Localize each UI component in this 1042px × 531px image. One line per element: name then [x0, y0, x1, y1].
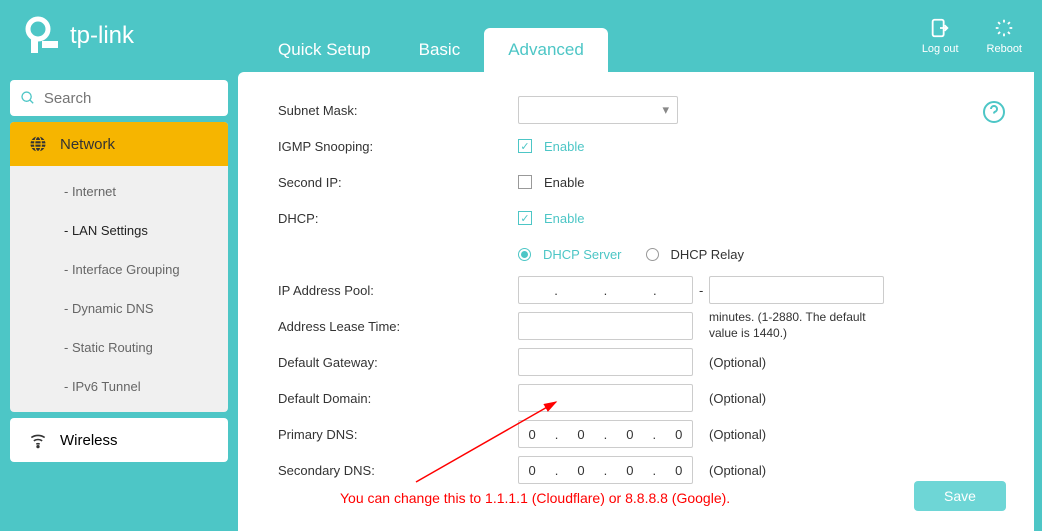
- dhcp-enable-label: Enable: [544, 211, 584, 226]
- pdns-oct3: 0: [626, 427, 633, 442]
- row-second-ip: Second IP: Enable: [278, 164, 1004, 200]
- lease-input[interactable]: [518, 312, 693, 340]
- header: tp-link Quick Setup Basic Advanced Log o…: [0, 0, 1042, 72]
- search-icon: [20, 89, 36, 107]
- sdns-oct3: 0: [626, 463, 633, 478]
- globe-icon: [28, 134, 48, 154]
- help-button[interactable]: [982, 100, 1006, 129]
- sidebar-item-ipv6-tunnel[interactable]: - IPv6 Tunnel: [10, 367, 228, 406]
- label-primary-dns: Primary DNS:: [278, 427, 518, 442]
- label-lease: Address Lease Time:: [278, 319, 518, 334]
- sidebar-sublist: - Internet - LAN Settings - Interface Gr…: [10, 166, 228, 412]
- sdns-oct4: 0: [675, 463, 682, 478]
- row-gateway: Default Gateway: (Optional): [278, 344, 1004, 380]
- sidebar-item-network[interactable]: Network: [10, 122, 228, 166]
- annotation-text: You can change this to 1.1.1.1 (Cloudfla…: [340, 490, 730, 506]
- gateway-input[interactable]: [518, 348, 693, 376]
- sidebar-item-internet[interactable]: - Internet: [10, 172, 228, 211]
- sdns-oct1: 0: [529, 463, 536, 478]
- sidebar-group-network: Network - Internet - LAN Settings - Inte…: [10, 122, 228, 412]
- second-ip-checkbox[interactable]: [518, 175, 532, 189]
- logout-icon: [929, 17, 951, 39]
- sidebar-item-static-routing[interactable]: - Static Routing: [10, 328, 228, 367]
- brand-text: tp-link: [70, 22, 134, 50]
- domain-input[interactable]: [518, 384, 693, 412]
- row-subnet-mask: Subnet Mask: ▾: [278, 92, 1004, 128]
- logout-label: Log out: [922, 43, 959, 55]
- tab-basic[interactable]: Basic: [395, 28, 485, 72]
- dhcp-checkbox[interactable]: ✓: [518, 211, 532, 225]
- row-secondary-dns: Secondary DNS: 0. 0. 0. 0 (Optional): [278, 452, 1004, 488]
- row-dhcp: DHCP: ✓ Enable: [278, 200, 1004, 236]
- label-igmp: IGMP Snooping:: [278, 139, 518, 154]
- sidebar-item-wireless[interactable]: Wireless: [10, 418, 228, 462]
- wifi-icon: [28, 430, 48, 450]
- row-ip-pool: IP Address Pool: . . . -: [278, 272, 1004, 308]
- brand-logo: tp-link: [20, 15, 134, 57]
- second-ip-enable-label: Enable: [544, 175, 584, 190]
- gateway-optional: (Optional): [709, 355, 766, 370]
- pdns-oct2: 0: [577, 427, 584, 442]
- label-second-ip: Second IP:: [278, 175, 518, 190]
- logout-button[interactable]: Log out: [922, 17, 959, 55]
- content-panel: Subnet Mask: ▾ IGMP Snooping: ✓ Enable S…: [238, 72, 1034, 531]
- igmp-enable-label: Enable: [544, 139, 584, 154]
- label-secondary-dns: Secondary DNS:: [278, 463, 518, 478]
- pdns-optional: (Optional): [709, 427, 766, 442]
- secondary-dns-input[interactable]: 0. 0. 0. 0: [518, 456, 693, 484]
- ip-pool-start[interactable]: . . .: [518, 276, 693, 304]
- tab-bar: Quick Setup Basic Advanced: [254, 0, 608, 72]
- label-gateway: Default Gateway:: [278, 355, 518, 370]
- primary-dns-input[interactable]: 0. 0. 0. 0: [518, 420, 693, 448]
- pdns-oct4: 0: [675, 427, 682, 442]
- sidebar-item-lan-settings[interactable]: - LAN Settings: [10, 211, 228, 250]
- sidebar-item-interface-grouping[interactable]: - Interface Grouping: [10, 250, 228, 289]
- row-primary-dns: Primary DNS: 0. 0. 0. 0 (Optional): [278, 416, 1004, 452]
- help-icon: [982, 100, 1006, 124]
- sidebar-wireless-label: Wireless: [60, 432, 118, 449]
- label-subnet-mask: Subnet Mask:: [278, 103, 518, 118]
- sidebar: Network - Internet - LAN Settings - Inte…: [0, 72, 238, 531]
- row-domain: Default Domain: (Optional): [278, 380, 1004, 416]
- dhcp-relay-radio[interactable]: [646, 248, 659, 261]
- domain-optional: (Optional): [709, 391, 766, 406]
- sdns-oct2: 0: [577, 463, 584, 478]
- igmp-checkbox[interactable]: ✓: [518, 139, 532, 153]
- save-button[interactable]: Save: [914, 481, 1006, 511]
- dhcp-server-label: DHCP Server: [543, 247, 622, 262]
- search-box[interactable]: [10, 80, 228, 116]
- pool-dash: -: [699, 283, 703, 298]
- reboot-label: Reboot: [987, 43, 1022, 55]
- dhcp-server-radio[interactable]: [518, 248, 531, 261]
- label-domain: Default Domain:: [278, 391, 518, 406]
- tab-advanced[interactable]: Advanced: [484, 28, 608, 72]
- header-actions: Log out Reboot: [922, 17, 1022, 55]
- tplink-icon: [20, 15, 62, 57]
- subnet-mask-select[interactable]: ▾: [518, 96, 678, 124]
- sidebar-item-dynamic-dns[interactable]: - Dynamic DNS: [10, 289, 228, 328]
- tab-quick-setup[interactable]: Quick Setup: [254, 28, 395, 72]
- reboot-icon: [993, 17, 1015, 39]
- row-dhcp-mode: DHCP Server DHCP Relay: [278, 236, 1004, 272]
- lease-note: minutes. (1-2880. The default value is 1…: [709, 310, 889, 341]
- ip-pool-end[interactable]: [709, 276, 884, 304]
- search-input[interactable]: [44, 90, 218, 107]
- sdns-optional: (Optional): [709, 463, 766, 478]
- chevron-down-icon: ▾: [662, 102, 669, 118]
- row-lease: Address Lease Time: minutes. (1-2880. Th…: [278, 308, 1004, 344]
- row-igmp: IGMP Snooping: ✓ Enable: [278, 128, 1004, 164]
- sidebar-network-label: Network: [60, 136, 115, 153]
- pdns-oct1: 0: [529, 427, 536, 442]
- label-ip-pool: IP Address Pool:: [278, 283, 518, 298]
- reboot-button[interactable]: Reboot: [987, 17, 1022, 55]
- label-dhcp: DHCP:: [278, 211, 518, 226]
- dhcp-relay-label: DHCP Relay: [671, 247, 744, 262]
